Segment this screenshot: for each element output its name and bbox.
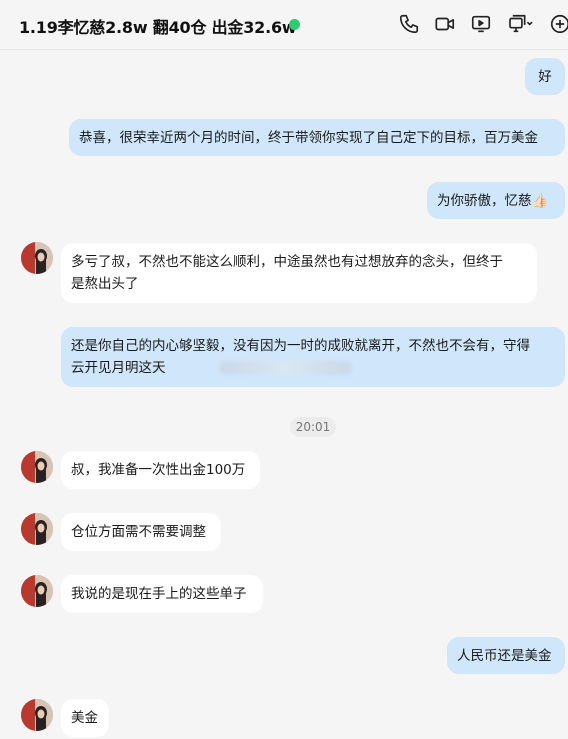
message-line: 多亏了叔，不然也不能这么顺利，中途虽然也有过想放弃的念头，但终于 xyxy=(71,254,503,270)
timestamp-divider: 20:01 xyxy=(290,417,336,437)
message-outgoing[interactable]: 人民币还是美金 xyxy=(447,637,565,674)
screen-share-icon[interactable] xyxy=(470,13,492,35)
more-menu-icon[interactable] xyxy=(506,13,536,35)
message-incoming[interactable]: 美金 xyxy=(61,699,109,737)
message-line: 是熬出头了 xyxy=(71,276,139,292)
message-outgoing[interactable]: 好 xyxy=(525,58,565,95)
message-outgoing[interactable]: 为你骄傲，忆慈👍🏻 xyxy=(427,182,565,219)
message-list[interactable]: 好 恭喜，很荣幸近两个月的时间，终于带领你实现了自己定下的目标，百万美金 为你骄… xyxy=(0,50,568,739)
avatar[interactable] xyxy=(21,242,53,274)
message-incoming[interactable]: 我说的是现在手上的这些单子 xyxy=(61,575,263,613)
avatar[interactable] xyxy=(21,513,53,545)
chat-header: 1.19李忆慈2.8w 翻40仓 出金32.6w xyxy=(0,0,568,50)
message-outgoing[interactable]: 恭喜，很荣幸近两个月的时间，终于带领你实现了自己定下的目标，百万美金 xyxy=(69,119,565,156)
phone-icon[interactable] xyxy=(398,13,420,35)
add-icon[interactable] xyxy=(549,13,568,35)
message-incoming[interactable]: 叔，我准备一次性出金100万 xyxy=(61,451,260,489)
avatar[interactable] xyxy=(21,699,53,731)
avatar[interactable] xyxy=(21,575,53,607)
avatar[interactable] xyxy=(21,451,53,483)
online-status-indicator xyxy=(289,19,300,30)
message-incoming[interactable]: 多亏了叔，不然也不能这么顺利，中途虽然也有过想放弃的念头，但终于 是熬出头了 xyxy=(61,243,537,303)
message-line: 还是你自己的内心够坚毅，没有因为一时的成败就离开，不然也不会有，守得 xyxy=(71,338,530,354)
message-incoming[interactable]: 仓位方面需不需要调整 xyxy=(61,513,221,551)
redacted-blur xyxy=(220,361,352,375)
chat-title: 1.19李忆慈2.8w 翻40仓 出金32.6w xyxy=(19,18,297,37)
video-call-icon[interactable] xyxy=(434,13,456,35)
message-outgoing[interactable]: 还是你自己的内心够坚毅，没有因为一时的成败就离开，不然也不会有，守得 云开见月明… xyxy=(61,327,565,387)
